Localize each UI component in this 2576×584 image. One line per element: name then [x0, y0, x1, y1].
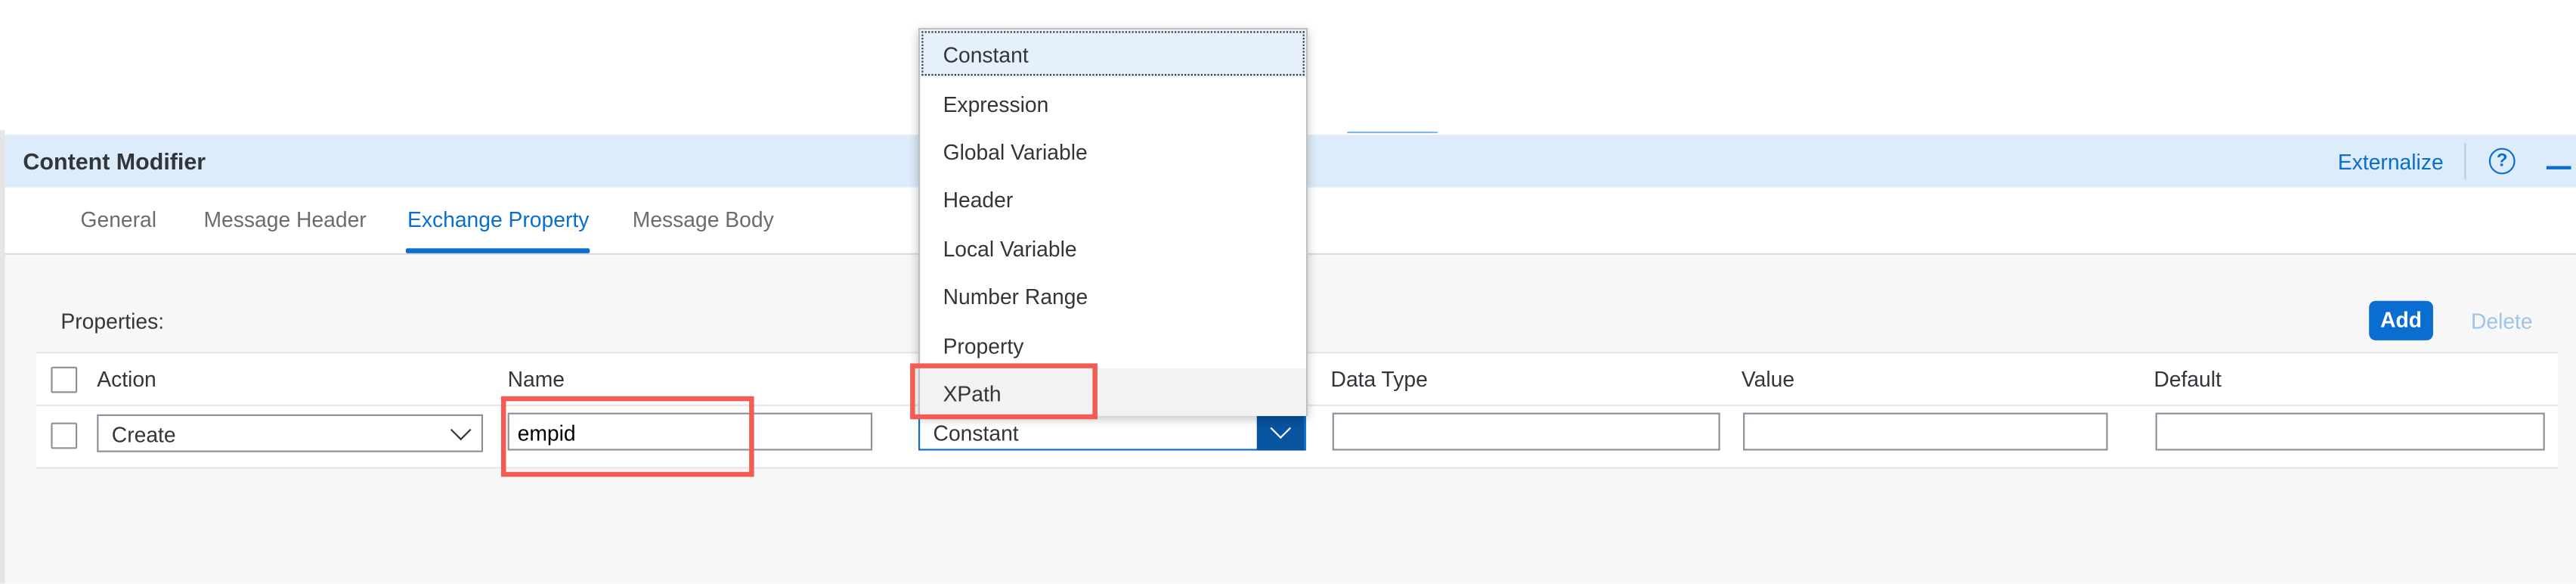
- default-input[interactable]: [2155, 412, 2545, 451]
- canvas-connector-line: [1347, 131, 1438, 134]
- add-button[interactable]: Add: [2369, 300, 2433, 340]
- chevron-down-icon: [1270, 418, 1292, 440]
- tab-message-body[interactable]: Message Body: [633, 207, 774, 232]
- option-property[interactable]: Property: [920, 321, 1306, 368]
- data-type-input[interactable]: [1332, 412, 1720, 451]
- chevron-down-icon: [450, 419, 472, 441]
- option-local-variable[interactable]: Local Variable: [920, 224, 1306, 272]
- externalize-link[interactable]: Externalize: [2338, 150, 2444, 175]
- properties-label: Properties:: [60, 309, 165, 334]
- minimize-icon[interactable]: [2546, 166, 2571, 169]
- option-label: Property: [943, 334, 1024, 359]
- action-select-value: Create: [111, 422, 176, 448]
- option-expression[interactable]: Expression: [920, 79, 1306, 126]
- option-label: Expression: [943, 92, 1049, 117]
- option-label: Constant: [943, 42, 1029, 68]
- source-type-dropdown-list: Constant Expression Global Variable Head…: [918, 27, 1308, 416]
- select-all-checkbox[interactable]: [51, 366, 78, 393]
- column-header-value: Value: [1741, 366, 1795, 392]
- source-type-value: Constant: [933, 421, 1019, 446]
- option-label: Number Range: [943, 284, 1088, 309]
- help-icon[interactable]: ?: [2488, 148, 2516, 175]
- delete-button[interactable]: Delete: [2471, 309, 2533, 334]
- option-global-variable[interactable]: Global Variable: [920, 126, 1306, 174]
- stage: .... Content Modifier Externalize ? Gene…: [0, 0, 2576, 584]
- source-type-dropdown-button[interactable]: [1256, 414, 1305, 451]
- option-constant[interactable]: Constant: [920, 30, 1306, 78]
- annotation-highlight-name: [500, 396, 754, 477]
- row-checkbox[interactable]: [51, 422, 78, 449]
- tab-general[interactable]: General: [81, 207, 157, 232]
- option-number-range[interactable]: Number Range: [920, 272, 1306, 319]
- panel-title: Content Modifier: [23, 148, 206, 175]
- active-tab-indicator: [405, 248, 590, 253]
- tab-exchange-property[interactable]: Exchange Property: [407, 207, 589, 232]
- annotation-highlight-xpath: [910, 363, 1098, 420]
- value-input[interactable]: [1743, 412, 2108, 451]
- column-header-name: Name: [507, 366, 565, 392]
- column-header-default: Default: [2153, 366, 2222, 392]
- header-separator: [2464, 143, 2466, 179]
- option-label: Local Variable: [943, 236, 1077, 262]
- option-label: Header: [943, 187, 1014, 213]
- action-select[interactable]: Create: [97, 414, 484, 452]
- column-header-action: Action: [97, 366, 156, 392]
- column-header-data-type: Data Type: [1330, 366, 1428, 392]
- option-header[interactable]: Header: [920, 174, 1306, 222]
- option-label: Global Variable: [943, 139, 1088, 165]
- tab-message-header[interactable]: Message Header: [204, 207, 367, 232]
